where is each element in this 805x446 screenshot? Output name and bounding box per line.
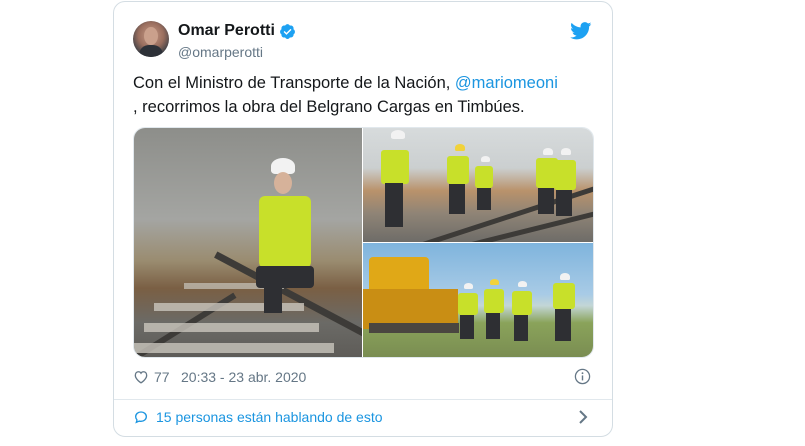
tweet-text-after: , recorrimos la obra del Belgrano Cargas… (133, 98, 525, 116)
avatar-face (144, 27, 158, 45)
author-name[interactable]: Omar Perotti (178, 22, 275, 40)
media-grid[interactable] (133, 127, 594, 358)
photo-worker-kneeling[interactable] (134, 128, 362, 357)
chevron-right-icon[interactable] (577, 409, 589, 425)
divider (114, 399, 612, 400)
embedded-tweet-card[interactable]: Omar Perotti @omarperotti Con el Ministr… (113, 1, 613, 437)
twitter-bird-icon[interactable] (570, 22, 592, 40)
avatar[interactable] (133, 21, 169, 57)
heart-icon[interactable] (133, 369, 149, 384)
author-handle[interactable]: @omarperotti (178, 44, 263, 60)
photo-group-on-track[interactable] (363, 128, 593, 242)
conversation-link[interactable]: 15 personas están hablando de esto (133, 406, 593, 428)
verified-badge-icon (280, 24, 295, 39)
tweet-meta-row: 77 20:33 - 23 abr. 2020 (133, 366, 593, 388)
info-icon[interactable] (574, 368, 591, 385)
tweet-text-before: Con el Ministro de Transporte de la Naci… (133, 74, 455, 92)
tweet-text: Con el Ministro de Transporte de la Naci… (133, 71, 593, 119)
mention-link[interactable]: @mariomeoni (455, 74, 558, 92)
conversation-label[interactable]: 15 personas están hablando de esto (156, 409, 383, 425)
avatar-shirt (139, 45, 163, 57)
like-count[interactable]: 77 (154, 369, 170, 385)
tweet-timestamp[interactable]: 20:33 - 23 abr. 2020 (181, 369, 306, 385)
photo-group-by-machine[interactable] (363, 243, 593, 357)
speech-bubble-icon (134, 411, 148, 424)
